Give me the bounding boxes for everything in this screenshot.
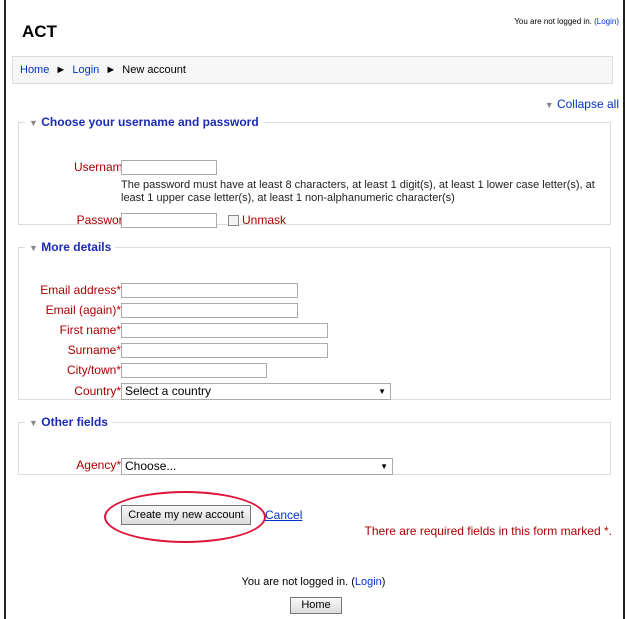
country-select[interactable]: Select a country ▼	[121, 383, 391, 400]
fieldset-other: ▼ Other fields Agency* Choose... ▼	[18, 415, 611, 475]
city-row: City/town*	[19, 362, 610, 380]
collapse-triangle-icon: ▼	[544, 100, 554, 110]
legend-credentials[interactable]: ▼ Choose your username and password	[25, 115, 263, 129]
footer-login-link[interactable]: Login	[355, 576, 382, 588]
fieldset-credentials: ▼ Choose your username and password User…	[18, 115, 611, 228]
legend-details[interactable]: ▼ More details	[25, 240, 115, 254]
country-row: Country* Select a country ▼	[19, 383, 610, 401]
email-label: Email address*	[40, 283, 121, 297]
username-input[interactable]	[121, 160, 217, 175]
login-info-text: You are not logged in.	[514, 17, 592, 26]
home-button[interactable]: Home	[290, 597, 342, 614]
first-name-label: First name*	[59, 323, 121, 337]
agency-row: Agency* Choose... ▼	[19, 457, 610, 475]
footer-login-suffix: )	[381, 576, 386, 588]
username-row: Username*	[19, 159, 610, 177]
collapse-triangle-icon: ▼	[29, 118, 38, 128]
footer-login-info: You are not logged in. (Login)	[0, 576, 627, 588]
city-label: City/town*	[66, 363, 121, 377]
required-note-text: There are required fields in this form m…	[364, 524, 601, 538]
breadcrumb-home[interactable]: Home	[20, 64, 49, 76]
site-title: ACT	[22, 22, 57, 41]
dropdown-arrow-icon: ▼	[378, 387, 386, 396]
email-row: Email address*	[19, 282, 610, 300]
city-input[interactable]	[121, 363, 267, 378]
password-input[interactable]	[121, 213, 217, 228]
highlight-circle	[104, 491, 266, 543]
password-row: Password* Unmask	[19, 212, 610, 230]
collapse-all-label: Collapse all	[556, 97, 619, 111]
footer-login-text: You are not logged in. (	[241, 576, 355, 588]
email-again-input[interactable]	[121, 303, 298, 318]
breadcrumb-separator-icon: ►	[105, 64, 117, 76]
legend-other-label: Other fields	[41, 415, 108, 429]
unmask-label: Unmask	[242, 213, 287, 227]
legend-other[interactable]: ▼ Other fields	[25, 415, 112, 429]
collapse-all-link[interactable]: ▼ Collapse all	[545, 97, 619, 111]
cancel-link[interactable]: Cancel	[265, 508, 302, 522]
dropdown-arrow-icon: ▼	[380, 462, 388, 471]
unmask-checkbox[interactable]	[228, 215, 239, 226]
first-name-input[interactable]	[121, 323, 328, 338]
breadcrumb-login[interactable]: Login	[72, 64, 99, 76]
country-select-value: Select a country	[125, 384, 212, 398]
agency-label: Agency*	[76, 458, 121, 472]
email-input[interactable]	[121, 283, 298, 298]
surname-label: Surname*	[67, 343, 121, 357]
fieldset-details: ▼ More details Email address* Email (aga…	[18, 240, 611, 400]
legend-details-label: More details	[41, 240, 112, 254]
surname-input[interactable]	[121, 343, 328, 358]
password-hint: The password must have at least 8 charac…	[121, 179, 595, 204]
login-link[interactable]: (Login)	[594, 17, 619, 26]
agency-select[interactable]: Choose... ▼	[121, 458, 393, 475]
collapse-triangle-icon: ▼	[29, 418, 38, 428]
login-info: You are not logged in. (Login)	[514, 17, 619, 26]
breadcrumb-separator-icon: ►	[55, 64, 67, 76]
email-again-label: Email (again)*	[45, 303, 121, 317]
collapse-triangle-icon: ▼	[29, 243, 38, 253]
agency-select-value: Choose...	[125, 459, 177, 473]
first-name-row: First name*	[19, 322, 610, 340]
legend-credentials-label: Choose your username and password	[41, 115, 259, 129]
country-label: Country*	[74, 384, 121, 398]
email-again-row: Email (again)*	[19, 302, 610, 320]
breadcrumb-current: New account	[122, 64, 186, 76]
surname-row: Surname*	[19, 342, 610, 360]
required-note: There are required fields in this form m…	[364, 524, 612, 538]
breadcrumb: Home ► Login ► New account	[12, 56, 613, 84]
